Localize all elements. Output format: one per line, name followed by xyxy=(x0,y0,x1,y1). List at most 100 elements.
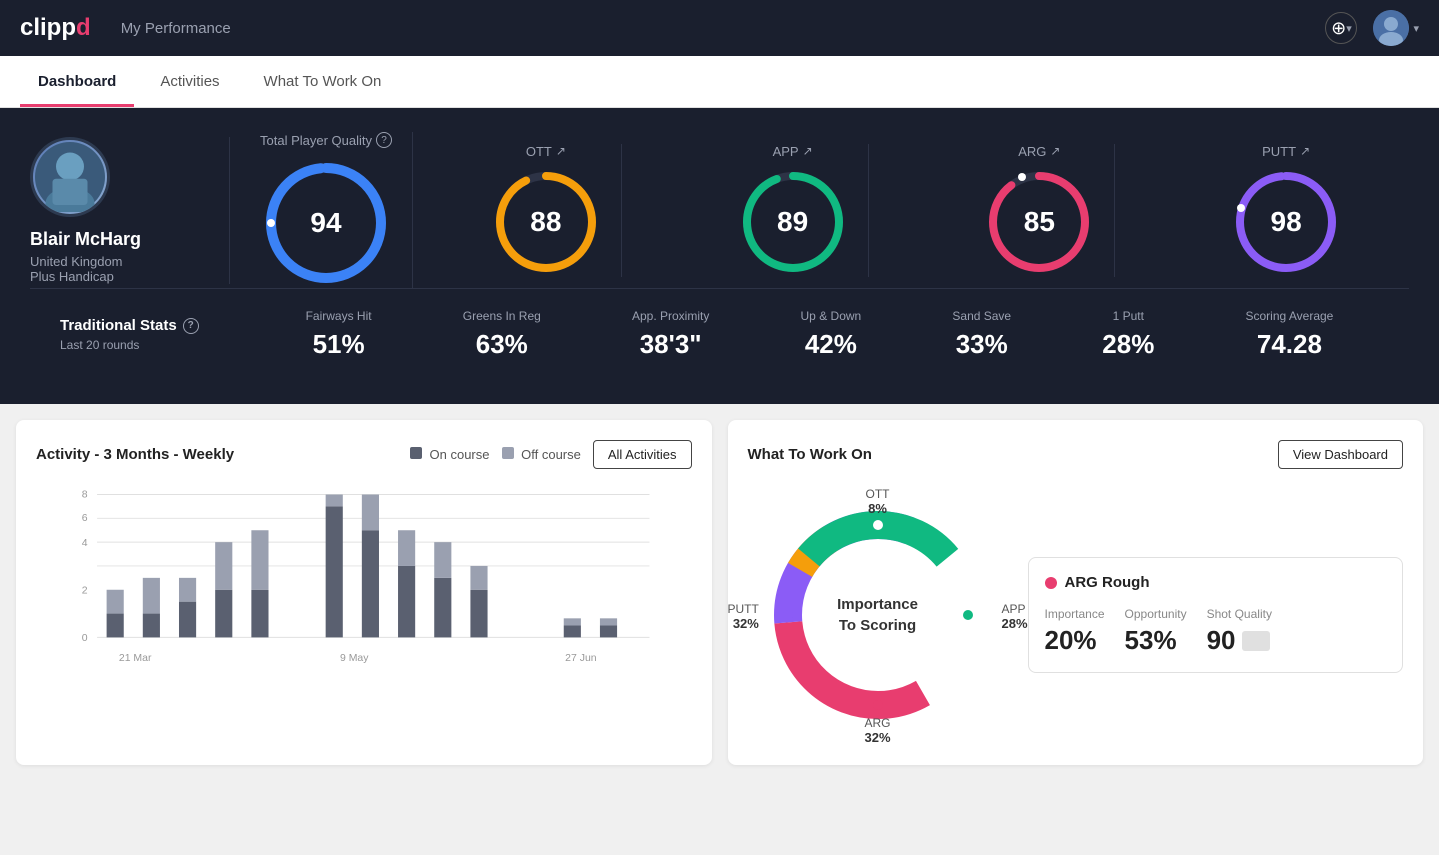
app-score: 89 xyxy=(777,206,808,238)
putt-donut-label: PUTT 32% xyxy=(728,602,759,631)
gauge-putt-label: PUTT ↗ xyxy=(1262,144,1310,159)
logo: clippd xyxy=(20,14,91,42)
total-quality-ring: 94 xyxy=(261,158,391,288)
stat-greens-in-reg-value: 63% xyxy=(476,329,528,360)
stat-greens-in-reg: Greens In Reg 63% xyxy=(463,309,541,360)
stats-panel: Blair McHarg United Kingdom Plus Handica… xyxy=(0,108,1439,404)
plus-icon: ⊕ xyxy=(1331,18,1346,39)
header: clippd My Performance ⊕ ▾ ▾ xyxy=(0,0,1439,56)
view-dashboard-button[interactable]: View Dashboard xyxy=(1278,440,1403,469)
arg-shot-quality-label: Shot Quality xyxy=(1207,607,1272,621)
chart-controls: On course Off course All Activities xyxy=(410,440,692,469)
player-avatar-image xyxy=(35,142,105,212)
stat-1-putt: 1 Putt 28% xyxy=(1102,309,1154,360)
stat-sand-save: Sand Save 33% xyxy=(952,309,1011,360)
bar-chart-area: 0 2 4 6 8 xyxy=(36,485,692,705)
arg-opportunity-value: 53% xyxy=(1125,625,1187,656)
stat-app-proximity-value: 38'3" xyxy=(640,329,702,360)
all-activities-button[interactable]: All Activities xyxy=(593,440,692,469)
svg-text:0: 0 xyxy=(82,633,88,644)
player-name: Blair McHarg xyxy=(30,229,199,250)
activity-chart-panel: Activity - 3 Months - Weekly On course O… xyxy=(16,420,712,765)
on-course-legend: On course xyxy=(410,447,490,462)
tab-activities[interactable]: Activities xyxy=(142,59,237,107)
stat-scoring-avg-label: Scoring Average xyxy=(1246,309,1334,323)
arg-ring: 85 xyxy=(984,167,1094,277)
trad-stats-label: Traditional Stats ? Last 20 rounds xyxy=(60,317,260,352)
stat-app-proximity: App. Proximity 38'3" xyxy=(632,309,709,360)
arg-score: 85 xyxy=(1024,206,1055,238)
avatar xyxy=(1373,10,1409,46)
arg-shot-quality-metric: Shot Quality 90 xyxy=(1207,607,1272,656)
user-dropdown-arrow: ▾ xyxy=(1413,22,1419,35)
gauge-putt: PUTT ↗ 98 xyxy=(1211,144,1361,277)
app-ring: 89 xyxy=(738,167,848,277)
svg-text:8: 8 xyxy=(82,489,88,500)
wtwo-content: Importance To Scoring OTT 8% APP 28% ARG… xyxy=(748,485,1404,745)
stat-up-down-label: Up & Down xyxy=(801,309,862,323)
stat-fairways-hit-label: Fairways Hit xyxy=(306,309,372,323)
trad-stats-help-icon[interactable]: ? xyxy=(183,318,199,334)
ott-ring: 88 xyxy=(491,167,601,277)
tabs-nav: Dashboard Activities What To Work On xyxy=(0,56,1439,108)
player-info: Blair McHarg United Kingdom Plus Handica… xyxy=(30,137,230,284)
svg-text:21 Mar: 21 Mar xyxy=(119,653,152,664)
putt-score: 98 xyxy=(1271,206,1302,238)
stat-fairways-hit-value: 51% xyxy=(313,329,365,360)
arg-card-dot xyxy=(1045,577,1057,589)
trad-stats-subtitle: Last 20 rounds xyxy=(60,338,260,352)
stat-scoring-avg: Scoring Average 74.28 xyxy=(1246,309,1334,360)
stats-top: Blair McHarg United Kingdom Plus Handica… xyxy=(30,132,1409,288)
traditional-stats: Traditional Stats ? Last 20 rounds Fairw… xyxy=(30,288,1409,380)
logo-area: clippd My Performance xyxy=(20,14,231,42)
arg-card-title: ARG Rough xyxy=(1045,574,1387,591)
total-quality: Total Player Quality ? 94 xyxy=(260,132,413,288)
arg-metrics: Importance 20% Opportunity 53% Shot Qual… xyxy=(1045,607,1387,656)
ott-trend-icon: ↗ xyxy=(556,144,566,158)
player-handicap: Plus Handicap xyxy=(30,269,199,284)
add-button[interactable]: ⊕ ▾ xyxy=(1325,12,1357,44)
svg-text:9 May: 9 May xyxy=(340,653,369,664)
trad-stats-title: Traditional Stats ? xyxy=(60,317,260,334)
off-course-dot xyxy=(502,447,514,459)
tab-what-to-work-on[interactable]: What To Work On xyxy=(246,59,400,107)
putt-ring: 98 xyxy=(1231,167,1341,277)
wtwo-header: What To Work On View Dashboard xyxy=(748,440,1404,469)
chart-title: Activity - 3 Months - Weekly xyxy=(36,446,234,463)
gauge-ott: OTT ↗ 88 xyxy=(471,144,622,277)
app-trend-icon: ↗ xyxy=(803,144,813,158)
total-quality-help-icon[interactable]: ? xyxy=(376,132,392,148)
ott-score: 88 xyxy=(530,206,561,238)
stat-app-proximity-label: App. Proximity xyxy=(632,309,709,323)
svg-text:6: 6 xyxy=(82,513,88,524)
arg-donut-label: ARG 32% xyxy=(864,716,890,745)
gauge-arg-label: ARG ↗ xyxy=(1018,144,1060,159)
arg-trend-icon: ↗ xyxy=(1050,144,1060,158)
trad-stats-items: Fairways Hit 51% Greens In Reg 63% App. … xyxy=(260,309,1379,360)
arg-opportunity-label: Opportunity xyxy=(1125,607,1187,621)
donut-center-text: Importance To Scoring xyxy=(837,594,918,636)
donut-chart-area: Importance To Scoring OTT 8% APP 28% ARG… xyxy=(748,485,1008,745)
arg-importance-label: Importance xyxy=(1045,607,1105,621)
avatar-image xyxy=(1373,10,1409,46)
user-menu[interactable]: ▾ xyxy=(1373,10,1419,46)
bottom-panels: Activity - 3 Months - Weekly On course O… xyxy=(0,404,1439,781)
tab-dashboard[interactable]: Dashboard xyxy=(20,59,134,107)
gauge-arg: ARG ↗ 85 xyxy=(964,144,1115,277)
stat-fairways-hit: Fairways Hit 51% xyxy=(306,309,372,360)
wtwo-title: What To Work On xyxy=(748,446,872,463)
stat-sand-save-value: 33% xyxy=(956,329,1008,360)
player-avatar xyxy=(30,137,110,217)
arg-importance-metric: Importance 20% xyxy=(1045,607,1105,656)
what-to-work-on-panel: What To Work On View Dashboard xyxy=(728,420,1424,765)
arg-importance-value: 20% xyxy=(1045,625,1105,656)
scores-section: Total Player Quality ? 94 OT xyxy=(230,132,1409,288)
score-gauges: OTT ↗ 88 APP ↗ xyxy=(423,144,1409,277)
arg-card: ARG Rough Importance 20% Opportunity 53%… xyxy=(1028,557,1404,673)
gauge-app: APP ↗ 89 xyxy=(718,144,869,277)
stat-1-putt-value: 28% xyxy=(1102,329,1154,360)
svg-text:4: 4 xyxy=(82,538,88,549)
stat-scoring-avg-value: 74.28 xyxy=(1257,329,1322,360)
page-title: My Performance xyxy=(121,20,231,37)
arg-shot-quality-value: 90 xyxy=(1207,625,1272,656)
